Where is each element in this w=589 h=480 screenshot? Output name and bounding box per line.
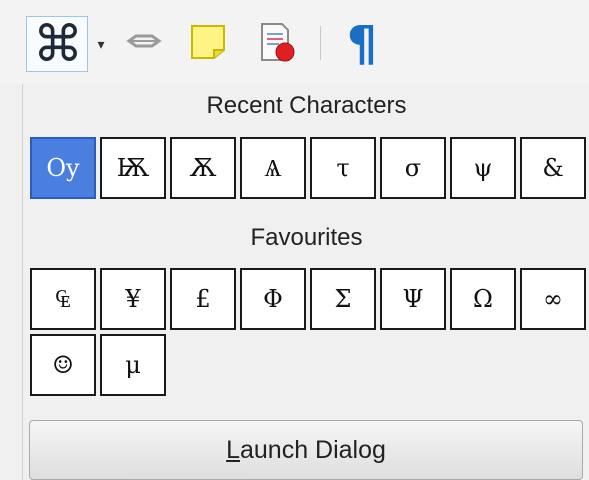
favourite-char-cell[interactable]: ☺ bbox=[30, 334, 96, 396]
recent-char-cell[interactable]: Ѫ bbox=[170, 137, 236, 199]
favourite-char-cell[interactable]: Ψ bbox=[380, 268, 446, 330]
launch-dialog-label: aunch Dialog bbox=[239, 436, 386, 464]
favourite-char-cell[interactable]: ∞ bbox=[520, 268, 586, 330]
favourite-char-cell[interactable]: Σ bbox=[310, 268, 376, 330]
favourite-char-cell[interactable]: μ bbox=[100, 334, 166, 396]
hyperlink-icon[interactable] bbox=[124, 22, 164, 62]
special-characters-popup: Recent Characters Oy Ѭ Ѫ Ѧ τ σ ψ & Favou… bbox=[22, 84, 589, 480]
favourite-char-cell[interactable]: ¥ bbox=[100, 268, 166, 330]
recent-char-cell[interactable]: Ѧ bbox=[240, 137, 306, 199]
favourite-char-cell[interactable]: £ bbox=[170, 268, 236, 330]
comment-icon[interactable] bbox=[188, 22, 228, 62]
recent-char-cell[interactable]: σ bbox=[380, 137, 446, 199]
favourites-heading: Favourites bbox=[250, 224, 363, 251]
favourite-char-cell[interactable]: Φ bbox=[240, 268, 306, 330]
recent-characters-heading: Recent Characters bbox=[206, 92, 407, 119]
special-character-button[interactable]: ⌘ bbox=[26, 16, 88, 72]
formatting-marks-icon[interactable]: ¶ bbox=[340, 16, 384, 72]
track-changes-icon[interactable] bbox=[256, 22, 296, 62]
toolbar: ⌘ ▾ ¶ bbox=[0, 0, 589, 84]
recent-char-cell[interactable]: Oy bbox=[30, 137, 96, 199]
favourite-char-cell[interactable]: ₠ bbox=[30, 268, 96, 330]
recent-char-cell[interactable]: ψ bbox=[450, 137, 516, 199]
recent-char-cell[interactable]: Ѭ bbox=[100, 137, 166, 199]
toolbar-separator bbox=[320, 26, 321, 60]
launch-dialog-mnemonic: L bbox=[226, 436, 240, 464]
recent-char-cell[interactable]: τ bbox=[310, 137, 376, 199]
launch-dialog-button[interactable]: Launch Dialog bbox=[29, 420, 583, 480]
recent-char-cell[interactable]: & bbox=[520, 137, 586, 199]
favourite-char-cell[interactable]: Ω bbox=[450, 268, 516, 330]
command-symbol-icon: ⌘ bbox=[33, 15, 83, 73]
special-character-dropdown-arrow[interactable]: ▾ bbox=[94, 16, 108, 72]
